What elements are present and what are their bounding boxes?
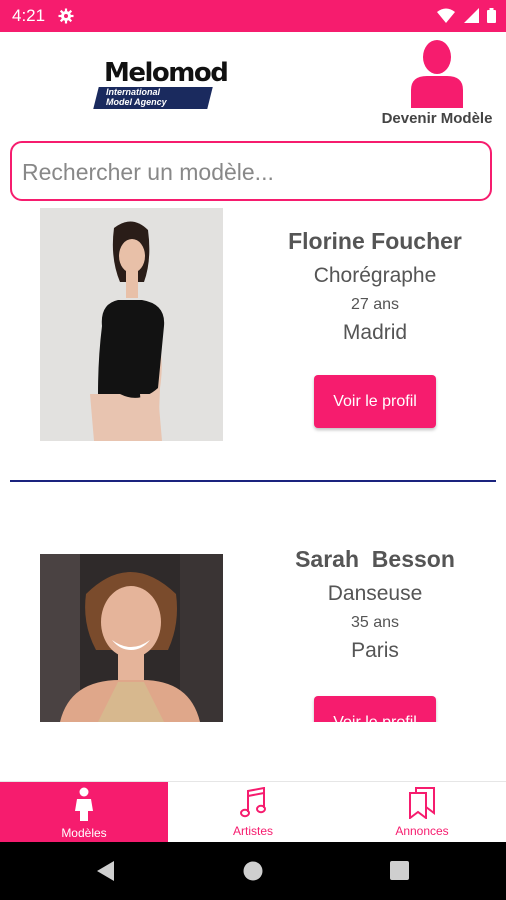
model-info: Sarah Besson Danseuse 35 ans Paris Voir … bbox=[262, 546, 488, 722]
settings-gear-icon bbox=[58, 8, 74, 29]
become-model-label: Devenir Modèle bbox=[381, 110, 493, 127]
wifi-icon bbox=[437, 8, 456, 23]
model-name: Florine Foucher bbox=[288, 228, 462, 254]
divider bbox=[10, 480, 496, 482]
battery-icon bbox=[487, 8, 496, 23]
tab-announcements[interactable]: Annonces bbox=[338, 782, 506, 843]
tab-artists[interactable]: Artistes bbox=[169, 782, 337, 843]
model-card: Sarah Besson Danseuse 35 ans Paris Voir … bbox=[0, 520, 506, 722]
tab-announcements-label: Annonces bbox=[395, 824, 449, 838]
logo-subtitle: International Model Agency bbox=[106, 87, 206, 107]
user-avatar-icon bbox=[411, 40, 463, 108]
model-photo[interactable] bbox=[40, 208, 223, 441]
model-age: 35 ans bbox=[350, 614, 400, 631]
model-card: Florine Foucher Chorégraphe 27 ans Madri… bbox=[0, 208, 506, 458]
model-info: Florine Foucher Chorégraphe 27 ans Madri… bbox=[262, 228, 488, 428]
logo-subtitle-line1: International bbox=[106, 87, 161, 97]
status-bar: 4:21 bbox=[0, 0, 506, 32]
tab-artists-label: Artistes bbox=[232, 824, 273, 838]
tab-models[interactable]: Modèles bbox=[0, 782, 168, 843]
bottom-navigation: Modèles Artistes Annonces bbox=[0, 781, 506, 843]
model-city: Paris bbox=[351, 639, 399, 662]
view-profile-button[interactable]: Voir le profil bbox=[314, 375, 436, 428]
model-job: Danseuse bbox=[327, 582, 423, 605]
logo-subtitle-line2: Model Agency bbox=[106, 97, 167, 107]
become-model-button[interactable]: Devenir Modèle bbox=[374, 38, 500, 130]
status-icons bbox=[433, 8, 496, 28]
home-icon[interactable] bbox=[243, 861, 263, 881]
recents-icon[interactable] bbox=[390, 861, 409, 880]
model-city: Madrid bbox=[342, 321, 408, 344]
person-icon bbox=[75, 787, 93, 821]
system-navigation-bar bbox=[0, 842, 506, 900]
search-box[interactable] bbox=[10, 141, 492, 201]
bookmarks-icon bbox=[409, 787, 435, 819]
melomod-logo: Melomod International Model Agency bbox=[93, 58, 229, 113]
signal-icon bbox=[463, 8, 479, 23]
search-input[interactable] bbox=[20, 149, 484, 195]
logo-wordmark: Melomod bbox=[104, 58, 229, 88]
music-note-icon bbox=[240, 787, 266, 818]
model-age: 27 ans bbox=[350, 296, 400, 313]
tab-models-label: Modèles bbox=[61, 826, 107, 840]
model-name: Sarah Besson bbox=[295, 546, 455, 572]
model-job: Chorégraphe bbox=[313, 264, 437, 287]
status-time: 4:21 bbox=[12, 6, 46, 25]
back-icon[interactable] bbox=[96, 861, 116, 881]
view-profile-button[interactable]: Voir le profil bbox=[314, 696, 436, 722]
model-photo[interactable] bbox=[40, 554, 223, 722]
